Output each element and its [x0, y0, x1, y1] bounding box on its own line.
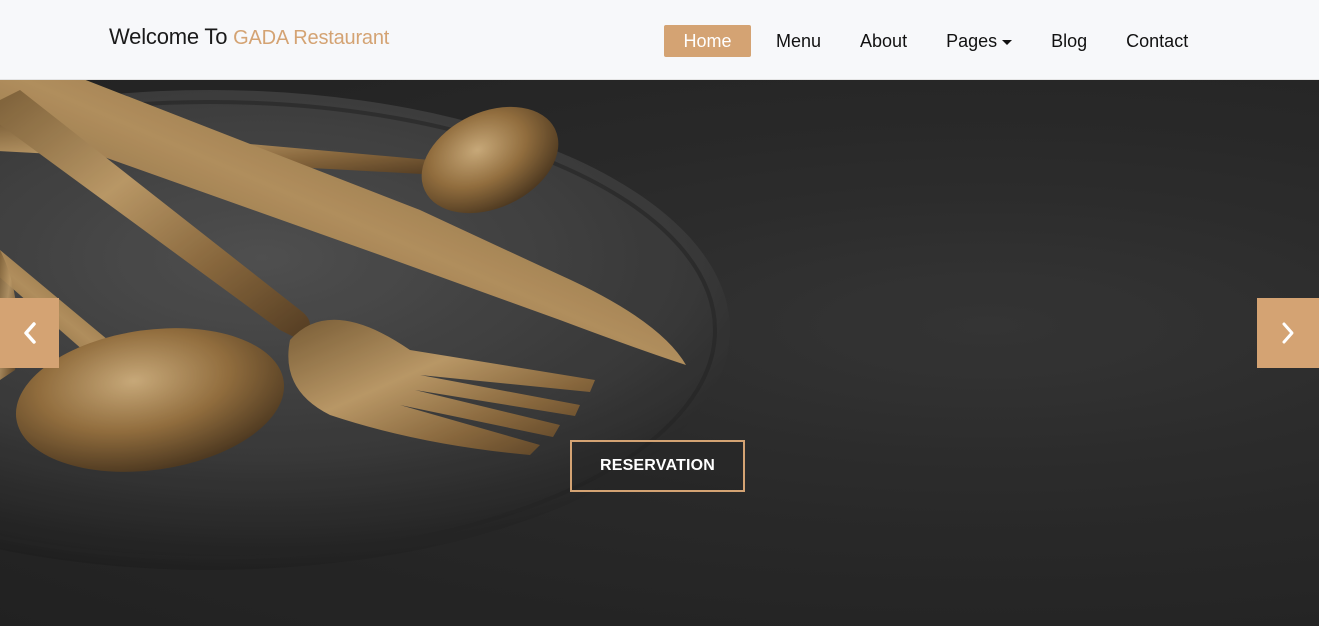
nav-item-home[interactable]: Home — [664, 25, 751, 57]
nav-item-about[interactable]: About — [860, 25, 907, 57]
chevron-right-icon — [1282, 322, 1294, 344]
reservation-button[interactable]: RESERVATION — [570, 440, 745, 492]
hero-carousel: RESERVATION — [0, 80, 1319, 626]
nav-item-label: Contact — [1126, 30, 1189, 51]
nav-item-menu[interactable]: Menu — [776, 25, 821, 57]
brand-name: GADA Restaurant — [233, 27, 390, 49]
reservation-button-label: RESERVATION — [599, 457, 716, 474]
nav-item-blog[interactable]: Blog — [1051, 25, 1087, 57]
nav-item-label: Pages — [946, 30, 998, 51]
nav-item-label: About — [860, 30, 908, 51]
nav-item-label: Blog — [1051, 30, 1088, 51]
carousel-prev-button[interactable] — [0, 298, 59, 368]
chevron-left-icon — [23, 322, 36, 344]
nav-item-contact[interactable]: Contact — [1126, 25, 1188, 57]
hero-background-image — [0, 80, 730, 570]
nav-links: Home Menu About Pages Blog Contact — [664, 25, 1188, 57]
carousel-next-button[interactable] — [1257, 298, 1319, 368]
brand-logo[interactable]: Welcome To GADA Restaurant — [109, 24, 389, 50]
nav-item-label: Menu — [776, 30, 822, 51]
nav-item-label: Home — [683, 30, 732, 51]
nav-item-pages[interactable]: Pages — [946, 25, 1013, 57]
brand-prefix: Welcome To — [109, 24, 228, 49]
navbar: Welcome To GADA Restaurant Home Menu Abo… — [0, 0, 1319, 80]
caret-down-icon — [1002, 39, 1013, 45]
